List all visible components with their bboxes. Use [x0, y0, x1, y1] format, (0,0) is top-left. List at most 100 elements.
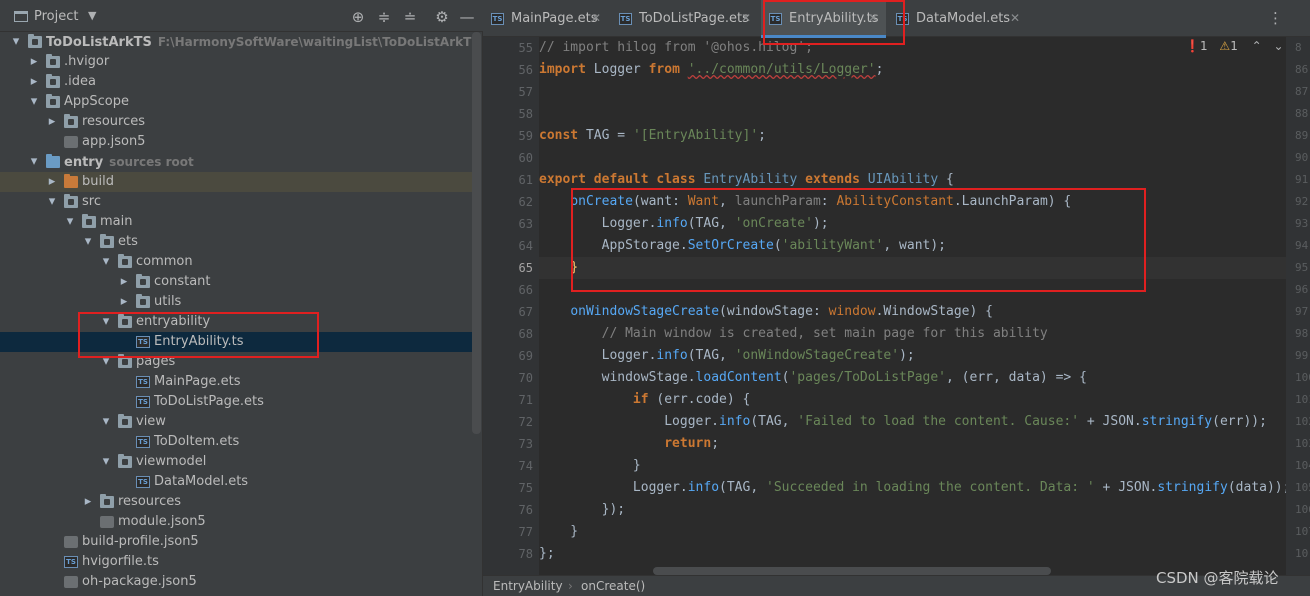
chevron-right-icon[interactable]: ▸: [118, 292, 130, 312]
chevron-down-icon[interactable]: ▾: [64, 212, 76, 232]
tree-item[interactable]: TS DataModel.ets: [0, 472, 472, 492]
expand-all-icon[interactable]: ≑: [375, 8, 393, 26]
chevron-down-icon[interactable]: ▾: [46, 192, 58, 212]
line-number: 56: [518, 63, 533, 77]
editor-tab-label: ToDoListPage.ets: [639, 11, 749, 26]
code-line-78: };: [539, 546, 555, 561]
folder-icon: [100, 234, 114, 248]
tree-item-name: resources: [82, 114, 146, 129]
close-icon[interactable]: ✕: [591, 0, 601, 37]
chevron-down-icon[interactable]: ▼: [88, 9, 96, 22]
tree-item[interactable]: ▾ view: [0, 412, 472, 432]
editor-tab[interactable]: TS DataModel.ets ✕: [888, 0, 1028, 37]
chevron-right-icon[interactable]: ▸: [28, 52, 40, 72]
split-line-number: 107: [1295, 525, 1310, 538]
inspection-widget[interactable]: ❗1 ⚠1 ⌃ ⌄: [1185, 38, 1284, 54]
chevron-right-icon[interactable]: ▸: [28, 72, 40, 92]
horizontal-scrollbar[interactable]: [653, 567, 1051, 575]
chevron-down-icon[interactable]: ▾: [28, 92, 40, 112]
tree-item[interactable]: build-profile.json5: [0, 532, 472, 552]
tree-item[interactable]: TS ToDoItem.ets: [0, 432, 472, 452]
tree-item[interactable]: TS hvigorfile.ts: [0, 552, 472, 572]
tree-item[interactable]: ▸ .idea: [0, 72, 472, 92]
ts-file-icon: TS: [491, 13, 504, 25]
split-line-number: 105: [1295, 481, 1310, 494]
folder-icon: [118, 454, 132, 468]
tree-item[interactable]: oh-package.json5: [0, 572, 472, 592]
chevron-down-icon[interactable]: ▾: [82, 232, 94, 252]
tree-item-name: .hvigor: [64, 54, 110, 69]
split-line-number: 93: [1295, 217, 1309, 230]
close-icon[interactable]: ✕: [1010, 0, 1020, 37]
tree-item[interactable]: app.json5: [0, 132, 472, 152]
tree-item[interactable]: ▾ common: [0, 252, 472, 272]
chevron-right-icon[interactable]: ▸: [46, 172, 58, 192]
tree-item[interactable]: ▸ utils: [0, 292, 472, 312]
warning-icon: ⚠: [1219, 39, 1231, 53]
code-view[interactable]: // import hilog from '@ohos.hilog'; impo…: [539, 37, 1289, 575]
split-line-number: 90: [1295, 151, 1309, 164]
tree-item[interactable]: module.json5: [0, 512, 472, 532]
chevron-down-icon[interactable]: ▾: [100, 452, 112, 472]
split-line-number: 103: [1295, 437, 1310, 450]
tree-item[interactable]: ▸ build: [0, 172, 472, 192]
tree-item[interactable]: TS MainPage.ets: [0, 372, 472, 392]
tree-item[interactable]: ▾ AppScope: [0, 92, 472, 112]
tree-item-name: constant: [154, 274, 211, 289]
code-line-69: Logger.info(TAG, 'onWindowStageCreate');: [539, 348, 915, 363]
gear-icon[interactable]: ⚙: [433, 8, 451, 26]
split-line-number: 104: [1295, 459, 1310, 472]
tree-item-name: app.json5: [82, 134, 146, 149]
line-number: 68: [518, 327, 533, 341]
editor-tab[interactable]: TS ToDoListPage.ets ✕: [611, 0, 759, 37]
editor-tab[interactable]: TS MainPage.ets ✕: [483, 0, 609, 37]
chevron-down-icon[interactable]: ⌄: [1274, 39, 1284, 53]
folder-dot: [68, 119, 74, 125]
tree-item[interactable]: ▾ src: [0, 192, 472, 212]
chevron-right-icon[interactable]: ▸: [46, 112, 58, 132]
code-line-77: }: [539, 524, 579, 539]
json-file-icon: [100, 516, 114, 528]
line-number: 70: [518, 371, 533, 385]
breadcrumb-separator-icon: ›: [568, 579, 573, 593]
tree-item[interactable]: ▾ viewmodel: [0, 452, 472, 472]
folder-dot: [32, 39, 38, 45]
tree-item[interactable]: ▾ entry sources root: [0, 152, 472, 172]
chevron-down-icon[interactable]: ▾: [10, 32, 22, 52]
tree-item[interactable]: TS ToDoListPage.ets: [0, 392, 472, 412]
tree-item[interactable]: ▾ ToDoListArkTS F:\HarmonySoftWare\waiting…: [0, 32, 472, 52]
tree-item[interactable]: ▸ resources: [0, 492, 472, 512]
folder-dot: [140, 279, 146, 285]
json-file-icon: [64, 136, 78, 148]
tab-options-icon[interactable]: ⋮: [1268, 9, 1283, 27]
locate-icon[interactable]: ⊕: [349, 8, 367, 26]
line-number: 74: [518, 459, 533, 473]
close-icon[interactable]: ✕: [741, 0, 751, 37]
tree-item[interactable]: ▸ constant: [0, 272, 472, 292]
tree-item[interactable]: ▸ .hvigor: [0, 52, 472, 72]
collapse-all-icon[interactable]: ≐: [401, 8, 419, 26]
chevron-down-icon[interactable]: ▾: [100, 412, 112, 432]
tree-item-name: hvigorfile.ts: [82, 554, 159, 569]
chevron-down-icon[interactable]: ▾: [100, 252, 112, 272]
tree-item-label: ToDoListArkTS F:\HarmonySoftWare\waitingL…: [46, 32, 472, 53]
folder-icon: [46, 94, 60, 108]
project-tree-scrollbar[interactable]: [472, 32, 481, 434]
chevron-down-icon[interactable]: ▾: [28, 152, 40, 172]
project-view-icon: [14, 11, 28, 22]
tree-item-name: DataModel.ets: [154, 474, 249, 489]
line-number: 63: [518, 217, 533, 231]
code-line-73: return;: [664, 436, 720, 451]
tree-item-label: DataModel.ets: [154, 472, 248, 492]
breadcrumb-method[interactable]: onCreate(): [581, 576, 645, 596]
tree-item[interactable]: ▾ main: [0, 212, 472, 232]
breadcrumb-class[interactable]: EntryAbility: [493, 576, 563, 596]
minimize-icon[interactable]: —: [458, 8, 476, 26]
tree-item[interactable]: ▸ resources: [0, 112, 472, 132]
chevron-up-icon[interactable]: ⌃: [1252, 39, 1262, 53]
tree-item[interactable]: ▾ ets: [0, 232, 472, 252]
chevron-right-icon[interactable]: ▸: [82, 492, 94, 512]
project-view-title[interactable]: Project: [34, 9, 78, 24]
tree-item-name: ets: [118, 234, 138, 249]
chevron-right-icon[interactable]: ▸: [118, 272, 130, 292]
